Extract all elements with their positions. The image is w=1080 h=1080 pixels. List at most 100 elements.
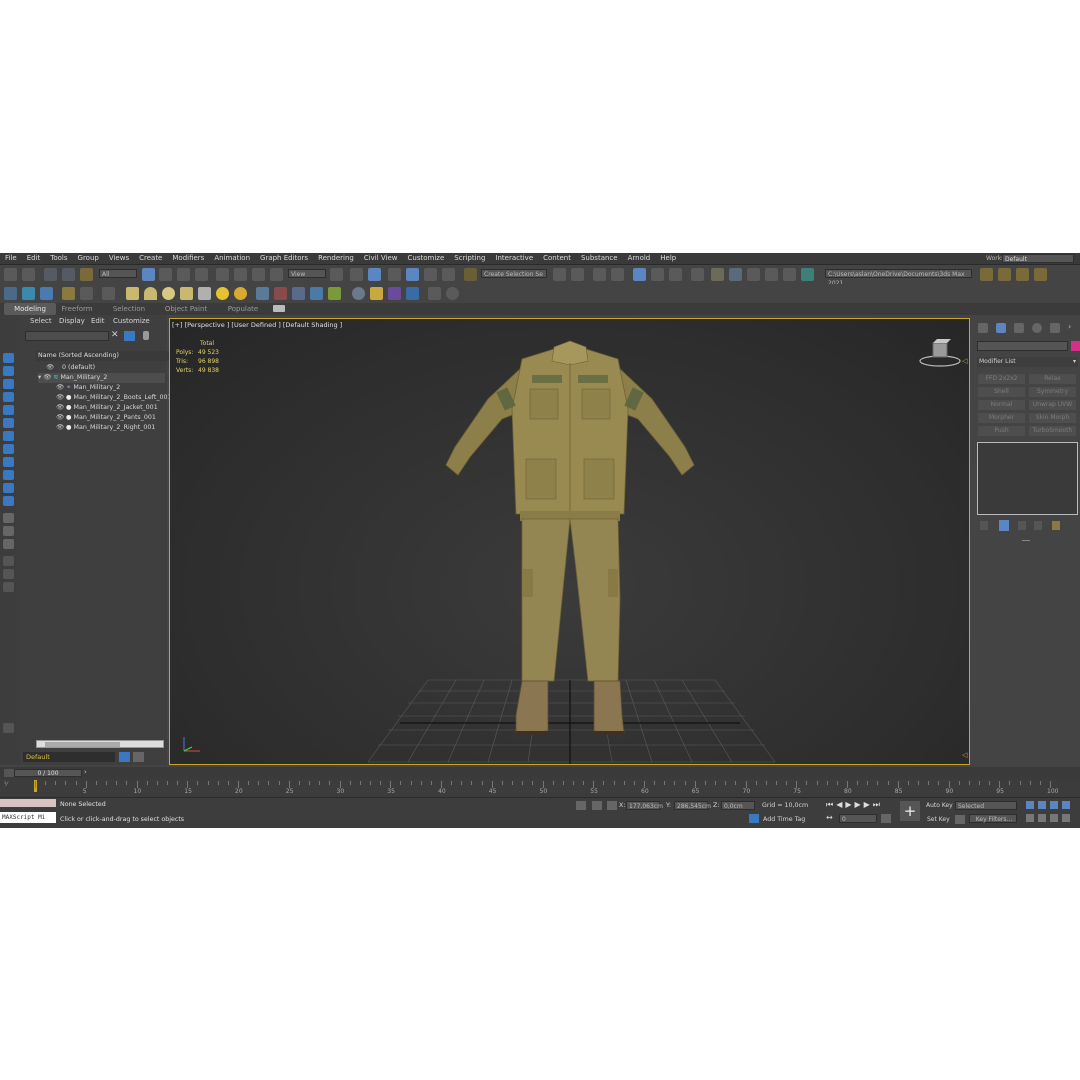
modifier-ffd-button[interactable]: FFD 2x2x2 [978, 374, 1025, 384]
layer-dropdown[interactable]: Default [23, 752, 115, 762]
freeze-icon[interactable] [80, 287, 93, 300]
material-editor-icon[interactable] [691, 268, 704, 281]
render-production-icon[interactable] [747, 268, 760, 281]
foliage-icon[interactable] [328, 287, 341, 300]
keyboard-shortcut-icon[interactable] [368, 268, 381, 281]
sphere-icon[interactable] [162, 287, 175, 300]
snap-toggle-icon[interactable] [388, 268, 401, 281]
mirror-icon[interactable] [553, 268, 566, 281]
shader-icon[interactable] [388, 287, 401, 300]
tree-row-jacket[interactable]: 👁 ● Man_Military_2_Jacket_001 [56, 403, 158, 413]
layer-manager-icon[interactable] [119, 752, 130, 762]
visibility-eye-icon[interactable]: 👁 [56, 384, 64, 391]
menu-modifiers[interactable]: Modifiers [167, 253, 209, 264]
visibility-eye-icon[interactable]: 👁 [56, 404, 64, 411]
menu-animation[interactable]: Animation [209, 253, 255, 264]
filter-icon[interactable] [3, 556, 14, 566]
layer-settings-icon[interactable] [133, 752, 144, 762]
absolute-mode-icon[interactable] [607, 801, 617, 810]
lock-toggle-icon[interactable] [143, 331, 149, 340]
menu-file[interactable]: File [0, 253, 22, 264]
hierarchy-tab-icon[interactable] [1014, 323, 1024, 333]
select-object-icon[interactable] [142, 268, 155, 281]
hierarchy-icon[interactable] [292, 287, 305, 300]
network-icon[interactable] [310, 287, 323, 300]
selection-set-dropdown[interactable]: Create Selection Se [481, 269, 547, 278]
orbit-icon[interactable] [1050, 814, 1058, 822]
menu-tools[interactable]: Tools [45, 253, 72, 264]
filter-dropdown-icon[interactable] [124, 331, 135, 341]
pin-stack-icon[interactable] [980, 521, 988, 530]
explorer-menu-edit[interactable]: Edit [91, 317, 105, 325]
modifier-skin-morph-button[interactable]: Skin Morph [1029, 413, 1076, 423]
display-invert-icon[interactable] [3, 539, 14, 549]
pan-view-icon[interactable] [1038, 814, 1046, 822]
x-coord-field[interactable]: 177,063cm [626, 801, 663, 810]
time-config-icon[interactable] [881, 814, 891, 823]
tree-row-right[interactable]: 👁 ● Man_Military_2_Right_001 [56, 423, 155, 433]
menu-arnold[interactable]: Arnold [623, 253, 656, 264]
visibility-eye-icon[interactable]: 👁 [56, 414, 64, 421]
modifier-push-button[interactable]: Push [978, 426, 1025, 436]
camera-icon[interactable] [428, 287, 441, 300]
set-key-button[interactable]: Set Key [927, 816, 950, 823]
maxscript-input[interactable]: MAXScript Mi [0, 812, 56, 823]
zoom-icon[interactable] [1026, 801, 1034, 809]
menu-rendering[interactable]: Rendering [313, 253, 359, 264]
display-groups-icon[interactable] [3, 431, 14, 441]
browse-folder-icon[interactable] [1034, 268, 1047, 281]
track-bar[interactable]: ⅟ 5 10 15 20 25 30 35 40 45 50 55 60 65 70 75 80 85 90 95 1… [0, 779, 1080, 797]
display-bones-icon[interactable] [3, 457, 14, 467]
pivot-center-icon[interactable] [330, 268, 343, 281]
zoom-all-icon[interactable] [1038, 801, 1046, 809]
tree-row-default-layer[interactable]: 👁 0 (default) [46, 363, 95, 373]
clear-search-icon[interactable]: ✕ [111, 330, 119, 340]
environment-icon[interactable] [406, 287, 419, 300]
menu-content[interactable]: Content [538, 253, 576, 264]
tree-row-boots[interactable]: 👁 ● Man_Military_2_Boots_Left_001 [56, 393, 172, 403]
multi-color-icon[interactable] [370, 287, 383, 300]
modifier-morpher-button[interactable]: Morpher [978, 413, 1025, 423]
menu-interactive[interactable]: Interactive [490, 253, 538, 264]
curve-editor-icon[interactable] [651, 268, 664, 281]
rotate-icon[interactable] [234, 268, 247, 281]
isolate-icon[interactable] [576, 801, 586, 810]
move-icon[interactable] [216, 268, 229, 281]
playback-controls[interactable]: ⏮◀▶▶▶⏭ [826, 800, 883, 810]
visibility-eye-icon[interactable]: 👁 [56, 424, 64, 431]
time-tag-icon[interactable] [749, 814, 759, 823]
scene-explorer-icon[interactable] [633, 268, 646, 281]
configure-modifier-sets-icon[interactable] [1052, 521, 1060, 530]
object-color-swatch[interactable] [1071, 341, 1080, 351]
scale-icon[interactable] [252, 268, 265, 281]
current-frame-field[interactable]: 0 [839, 814, 877, 823]
create-tab-icon[interactable] [978, 323, 988, 333]
box-icon[interactable] [126, 287, 139, 300]
display-hidden-icon[interactable] [3, 496, 14, 506]
tab-populate[interactable]: Populate [220, 303, 266, 315]
menu-graph-editors[interactable]: Graph Editors [255, 253, 313, 264]
field-of-view-icon[interactable] [1026, 814, 1034, 822]
modifier-turbosmooth-button[interactable]: TurboSmooth [1029, 426, 1076, 436]
align-icon[interactable] [571, 268, 584, 281]
menu-scripting[interactable]: Scripting [449, 253, 490, 264]
menu-substance[interactable]: Substance [576, 253, 623, 264]
tree-row-man-military-2-group[interactable]: 👁 ⚭ Man_Military_2 [56, 383, 120, 393]
visibility-eye-icon[interactable]: 👁 [56, 394, 64, 401]
scene-canvas[interactable] [170, 319, 969, 764]
link-icon[interactable] [44, 268, 57, 281]
open-folder-icon[interactable] [998, 268, 1011, 281]
z-coord-field[interactable]: 0,0cm [721, 801, 755, 810]
sun-icon[interactable] [216, 287, 229, 300]
maximize-viewport-icon[interactable] [1062, 814, 1070, 822]
menu-help[interactable]: Help [655, 253, 681, 264]
spinner-snap-icon[interactable] [442, 268, 455, 281]
modifier-relax-button[interactable]: Relax [1029, 374, 1076, 384]
modifier-normal-button[interactable]: Normal [978, 400, 1025, 410]
maxscript-listener-pink[interactable] [0, 799, 56, 807]
display-helpers-icon[interactable] [3, 405, 14, 415]
tab-object-paint[interactable]: Object Paint [160, 303, 212, 315]
display-none-icon[interactable] [3, 526, 14, 536]
object-name-field[interactable] [977, 341, 1068, 351]
auto-key-button[interactable]: Auto Key [926, 802, 953, 809]
